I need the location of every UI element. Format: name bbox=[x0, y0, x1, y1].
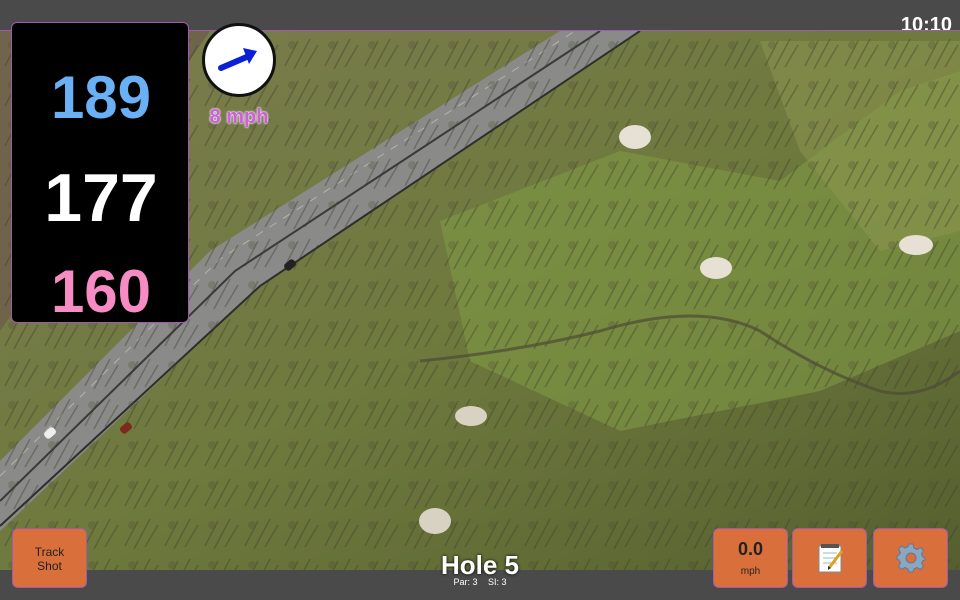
distance-front: 160 bbox=[50, 258, 152, 325]
wind-arrow-icon bbox=[218, 48, 257, 71]
distance-middle: 177 bbox=[44, 160, 158, 236]
hole-stroke-index: SI: 3 bbox=[488, 577, 507, 587]
distance-back: 189 bbox=[50, 64, 152, 131]
track-shot-button[interactable]: Track Shot bbox=[12, 528, 87, 588]
speed-unit: mph bbox=[740, 566, 761, 577]
track-shot-label-line2: Shot bbox=[37, 559, 62, 573]
speed-button[interactable]: 0.0 mph bbox=[713, 528, 788, 588]
notepad-icon bbox=[818, 544, 843, 573]
wind-indicator bbox=[202, 23, 276, 97]
speed-value: 0.0 bbox=[737, 539, 764, 559]
track-shot-label-line1: Track bbox=[34, 545, 65, 559]
distance-panel: 189 177 160 bbox=[11, 22, 189, 325]
wind-speed: 8 mph bbox=[209, 106, 269, 128]
settings-button[interactable] bbox=[873, 528, 948, 588]
gear-icon bbox=[896, 543, 925, 573]
hole-info: Par: 3 SI: 3 bbox=[380, 577, 580, 587]
hole-par: Par: 3 bbox=[453, 577, 478, 587]
notes-button[interactable] bbox=[792, 528, 867, 588]
